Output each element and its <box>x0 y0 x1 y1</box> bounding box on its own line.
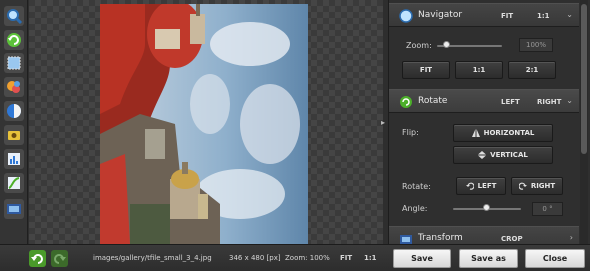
flip-horizontal-label: HORIZONTAL <box>483 129 535 137</box>
zoom-status: Zoom: 100% <box>285 254 330 262</box>
rotate-left-icon <box>465 182 475 190</box>
crop-option[interactable]: CROP <box>501 235 523 243</box>
fit-button[interactable]: FIT <box>402 61 450 79</box>
flip-vertical-button[interactable]: VERTICAL <box>453 146 553 164</box>
rotate-icon[interactable] <box>4 30 24 50</box>
zoom-2to1-button[interactable]: 2:1 <box>508 61 556 79</box>
rotate-left-label: LEFT <box>477 182 497 190</box>
status-fit-button[interactable]: FIT <box>340 254 352 262</box>
tool-panel: Navigator FIT 1:1 ⌄ Zoom: 100% FIT 1:1 2… <box>388 0 590 250</box>
zoom-icon[interactable] <box>4 6 24 26</box>
save-as-button[interactable]: Save as <box>459 249 518 268</box>
image-canvas[interactable] <box>29 0 383 244</box>
flip-horizontal-button[interactable]: HORIZONTAL <box>453 124 553 142</box>
angle-value-field[interactable]: 0 ° <box>532 202 563 216</box>
chevron-right-icon[interactable]: › <box>570 233 573 242</box>
navigator-title: Navigator <box>418 10 463 20</box>
color-icon[interactable] <box>4 101 24 121</box>
photo-preview[interactable] <box>100 4 308 244</box>
zoom-label: Zoom: <box>406 41 432 50</box>
light-icon[interactable] <box>4 125 24 145</box>
resize-icon[interactable] <box>4 199 24 219</box>
zoom-1to1-button[interactable]: 1:1 <box>455 61 503 79</box>
chevron-down-icon[interactable]: ⌄ <box>566 10 573 19</box>
rotate-right-button[interactable]: RIGHT <box>511 177 563 195</box>
panel-scrollbar[interactable] <box>580 0 588 244</box>
redo-icon[interactable] <box>51 250 68 267</box>
status-1to1-button[interactable]: 1:1 <box>364 254 377 262</box>
flip-vertical-label: VERTICAL <box>490 151 528 159</box>
rotate-right-label: RIGHT <box>530 182 556 190</box>
zoom-slider-knob[interactable] <box>442 41 450 48</box>
flip-label: Flip: <box>402 128 419 137</box>
rotate-right-option[interactable]: RIGHT <box>537 98 561 106</box>
rotate-title: Rotate <box>418 96 448 106</box>
save-button[interactable]: Save <box>393 249 451 268</box>
chevron-down-icon[interactable]: ⌄ <box>566 96 573 105</box>
navigator-header[interactable]: Navigator FIT 1:1 ⌄ <box>389 3 579 27</box>
undo-icon[interactable] <box>29 250 46 267</box>
flip-vertical-icon <box>478 151 487 159</box>
navigator-1to1-option[interactable]: 1:1 <box>537 12 550 20</box>
rotate-right-icon <box>518 182 527 190</box>
panel-scroll-thumb[interactable] <box>581 4 587 154</box>
curves-icon[interactable] <box>4 173 24 193</box>
levels-icon[interactable] <box>4 149 24 169</box>
flip-horizontal-icon <box>471 129 480 137</box>
close-button[interactable]: Close <box>525 249 585 268</box>
rotate-section-icon <box>400 96 412 108</box>
rotate-header[interactable]: Rotate LEFT RIGHT ⌄ <box>389 89 579 113</box>
photo-graphic <box>100 4 308 244</box>
rotate-left-button[interactable]: LEFT <box>456 177 506 195</box>
navigator-icon <box>399 9 413 23</box>
rotate-label: Rotate: <box>402 182 431 191</box>
effects-icon[interactable] <box>4 77 24 97</box>
crop-icon[interactable] <box>4 53 24 73</box>
tool-sidebar <box>0 0 28 244</box>
status-bar: images/gallery/tfile_small_3_4.jpg 346 x… <box>0 244 590 271</box>
zoom-value-field[interactable]: 100% <box>519 38 553 52</box>
rotate-left-option[interactable]: LEFT <box>501 98 520 106</box>
transform-title: Transform <box>418 233 463 243</box>
image-dimensions: 346 x 480 [px] <box>229 254 281 262</box>
panel-collapse-icon[interactable]: ▸ <box>381 118 387 128</box>
file-path: images/gallery/tfile_small_3_4.jpg <box>93 254 212 262</box>
angle-slider-knob[interactable] <box>483 204 490 211</box>
angle-label: Angle: <box>402 204 428 213</box>
navigator-fit-option[interactable]: FIT <box>501 12 513 20</box>
